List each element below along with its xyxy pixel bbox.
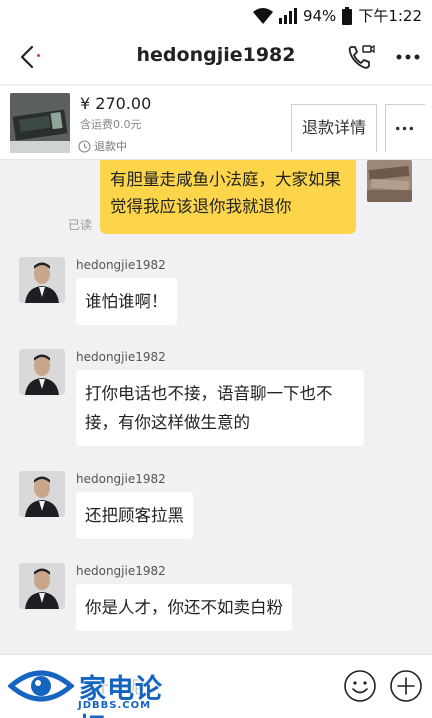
message-bubble[interactable]: 谁怕谁啊！: [76, 278, 177, 325]
clock: 下午1:22: [358, 7, 422, 25]
call-icon[interactable]: [345, 42, 375, 72]
product-price: ¥ 270.00: [80, 94, 152, 113]
message-bubble[interactable]: 还把顾客拉黑: [76, 492, 193, 539]
avatar[interactable]: [19, 257, 65, 303]
battery-icon: [342, 6, 353, 25]
emoji-icon[interactable]: [343, 669, 377, 703]
product-more-icon[interactable]: [385, 104, 425, 152]
product-thumbnail[interactable]: [10, 93, 70, 153]
sender-name: hedongjie1982: [76, 564, 166, 578]
message-bubble[interactable]: 你是人才，你还不如卖白粉: [76, 584, 292, 631]
read-receipt: 已读: [68, 218, 93, 232]
more-icon[interactable]: [393, 42, 423, 72]
wifi-icon: [252, 7, 273, 24]
status-bar: 94% 下午1:22: [0, 0, 432, 30]
signal-icon: [278, 7, 297, 24]
watermark-domain: JDBBS.COM: [78, 700, 152, 711]
avatar[interactable]: [19, 349, 65, 395]
avatar[interactable]: [19, 563, 65, 609]
chat-header: hedongjie1982: [0, 30, 432, 84]
avatar[interactable]: [19, 471, 65, 517]
refund-status-text: 退款中: [94, 140, 127, 153]
self-avatar[interactable]: [367, 160, 412, 202]
sender-name: hedongjie1982: [76, 258, 166, 272]
refund-detail-button[interactable]: 退款详情: [291, 104, 377, 152]
watermark-eye-icon: [8, 666, 74, 706]
refund-status: 退款中: [78, 138, 127, 154]
shipping-fee: 含运费0.0元: [80, 118, 142, 131]
status-indicators: 94% 下午1:22: [252, 5, 422, 26]
sender-name: hedongjie1982: [76, 350, 166, 364]
sender-name: hedongjie1982: [76, 472, 166, 486]
product-bar: ¥ 270.00 含运费0.0元 退款中 退款详情: [0, 86, 432, 160]
plus-icon[interactable]: [389, 669, 423, 703]
battery-percent: 94%: [302, 6, 337, 25]
message-bubble[interactable]: 打你电话也不接，语音聊一下也不接，有你这样做生意的: [76, 370, 364, 446]
watermark-logo: 家电论坛 JDBBS.COM: [8, 660, 188, 718]
self-message-bubble[interactable]: 有胆量走咸鱼小法庭，大家如果觉得我应该退你我就退你: [100, 160, 356, 234]
clock-icon: [78, 139, 91, 153]
